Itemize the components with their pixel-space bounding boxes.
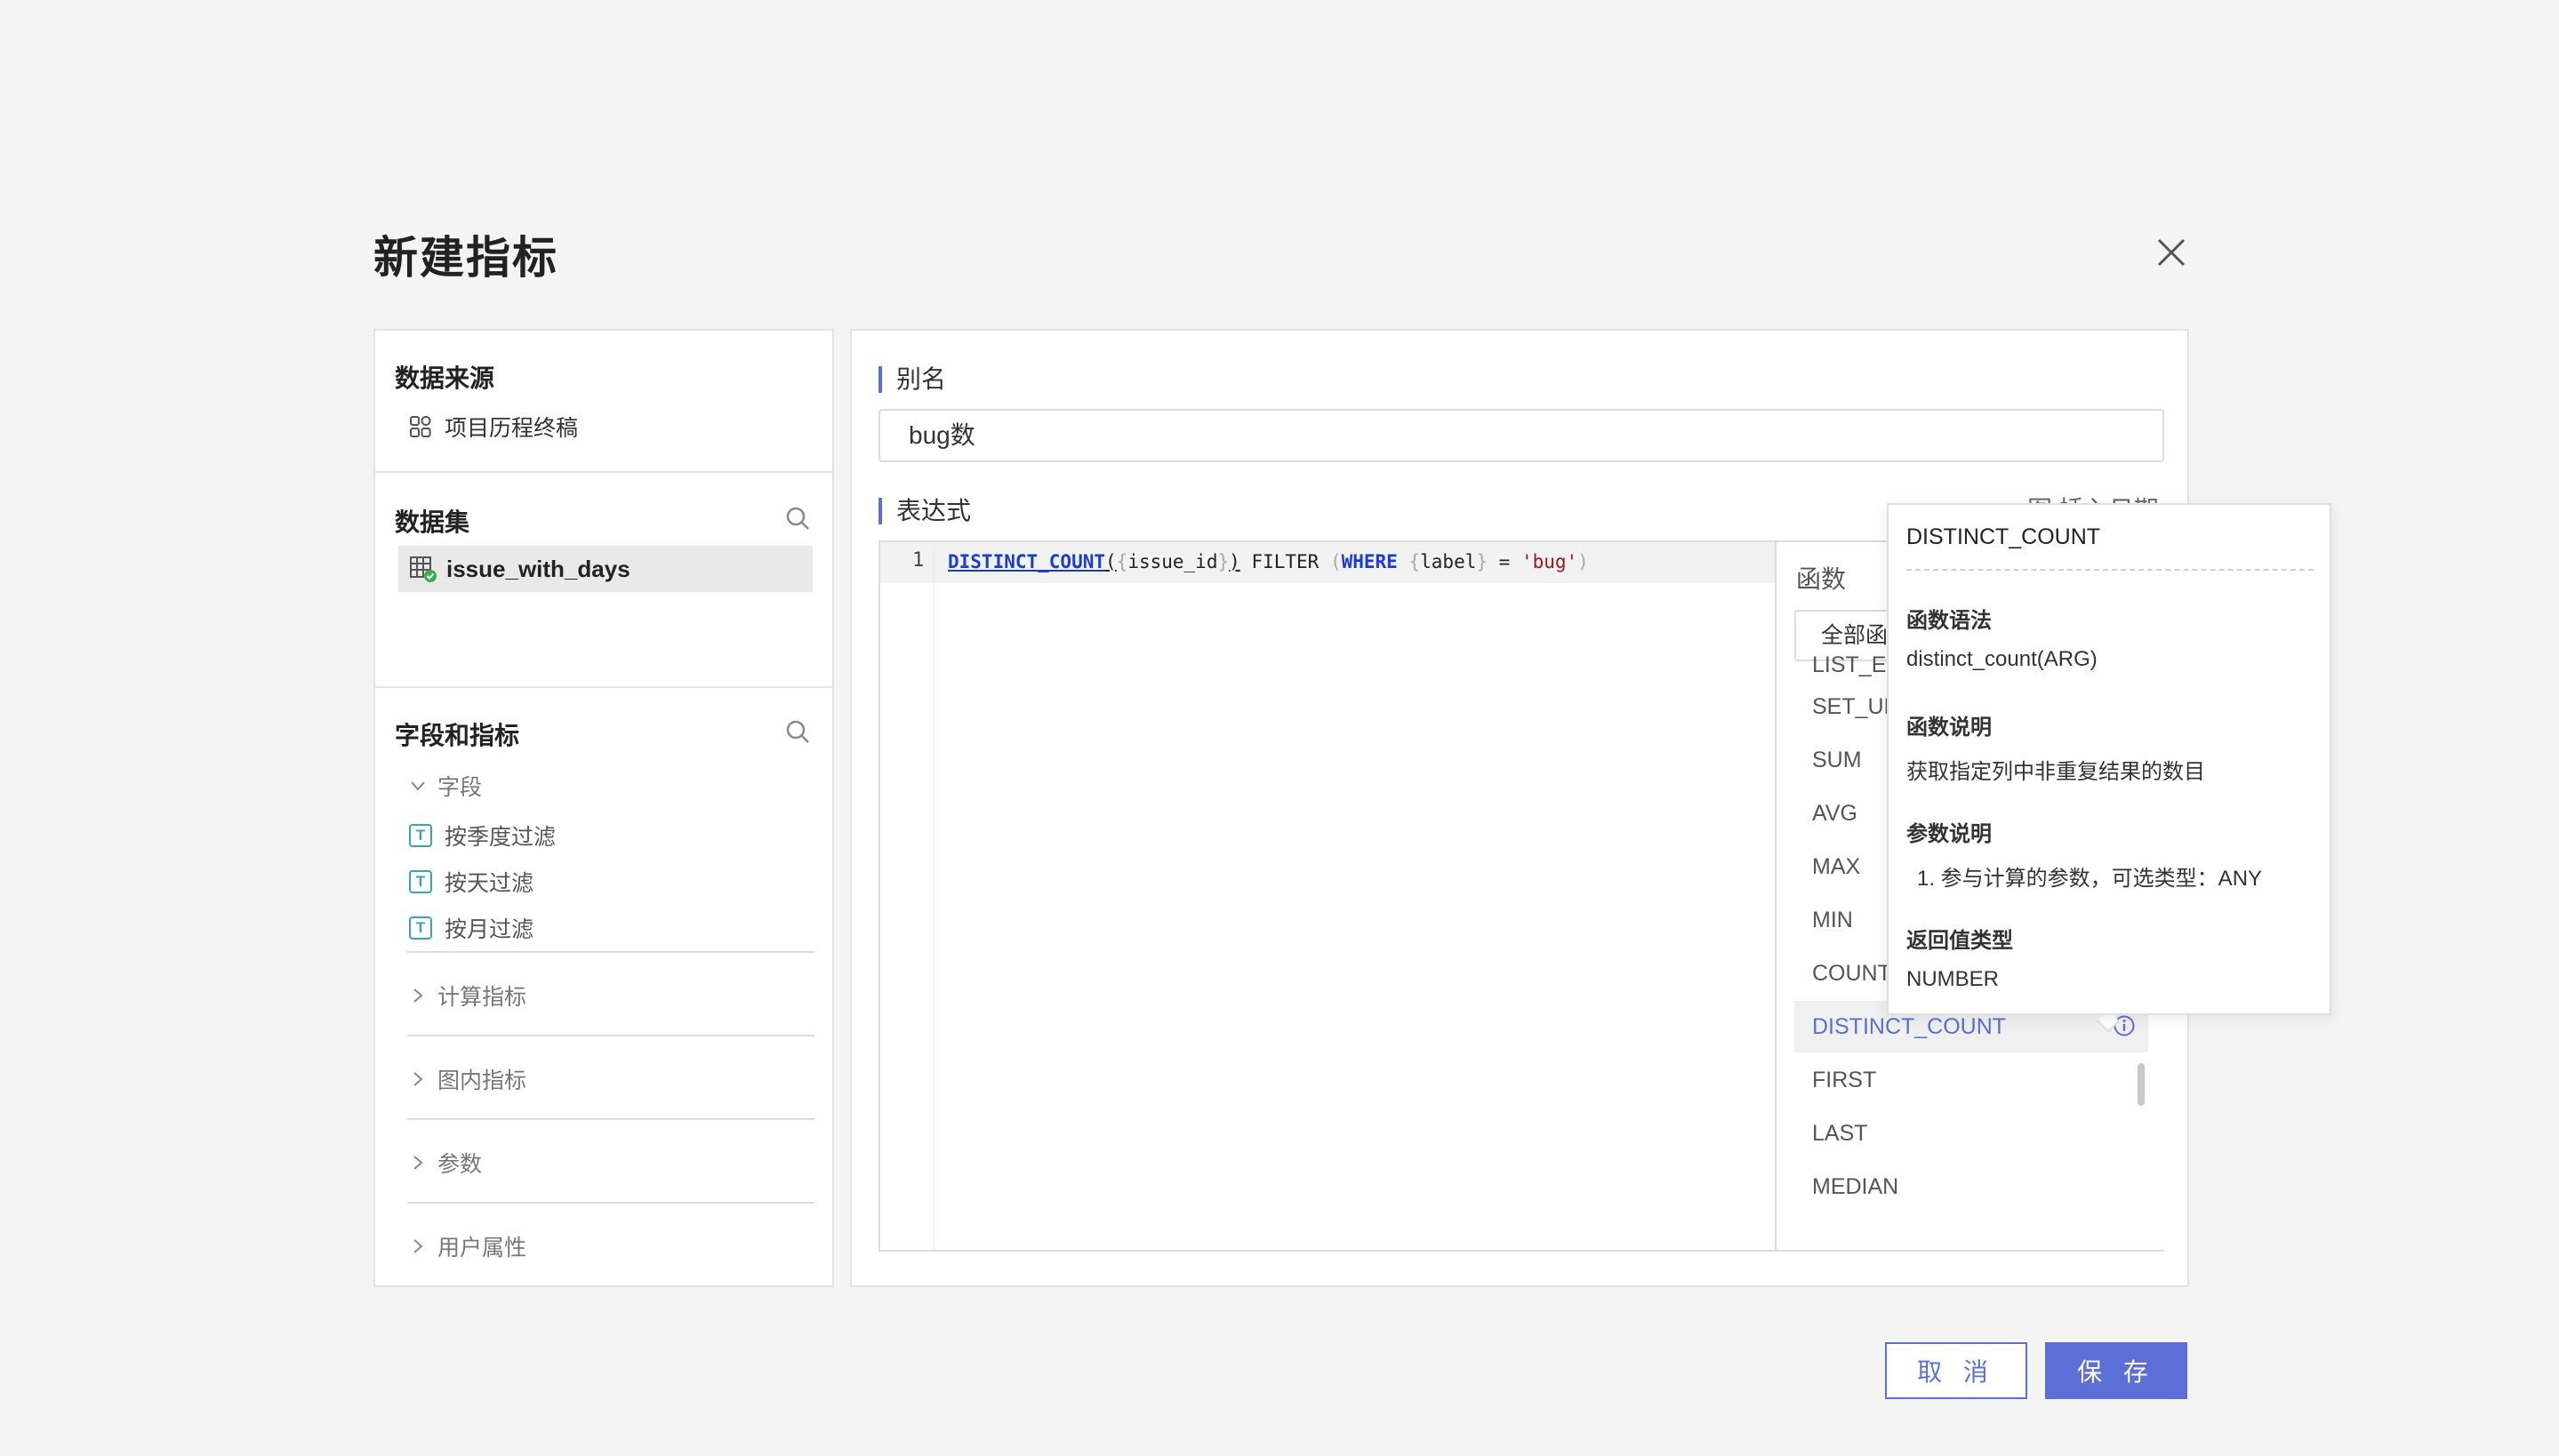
code-operator: = bbox=[1488, 551, 1521, 572]
tooltip-syntax-label: 函数语法 bbox=[1906, 609, 1992, 633]
table-check-icon bbox=[410, 556, 437, 582]
tree-group-label: 计算指标 bbox=[437, 985, 527, 1010]
divider bbox=[407, 1202, 814, 1204]
tree-group-label: 图内指标 bbox=[437, 1068, 527, 1093]
tree-group-user-attrs[interactable]: 用户属性 bbox=[409, 1230, 526, 1262]
code-paren: ) bbox=[1229, 551, 1240, 572]
code-line[interactable]: DISTINCT_COUNT({issue_id}) FILTER (WHERE… bbox=[948, 551, 1589, 572]
tree-group-label: 用户属性 bbox=[437, 1236, 527, 1260]
left-panel: 数据来源 项目历程终稿 数据集 issue_with_days 字段和指标 字段… bbox=[373, 329, 834, 1287]
code-field: label bbox=[1420, 551, 1477, 572]
tooltip-return-label: 返回值类型 bbox=[1906, 929, 2013, 953]
text-field-icon: T bbox=[409, 916, 432, 940]
code-brace: } bbox=[1476, 551, 1488, 572]
expression-label: 表达式 bbox=[878, 498, 971, 524]
data-source-name: 项目历程终稿 bbox=[445, 416, 579, 441]
tooltip-params-label: 参数说明 bbox=[1906, 822, 1992, 846]
code-brace: { bbox=[1116, 551, 1128, 572]
tree-group-label: 字段 bbox=[437, 775, 483, 800]
tree-group-params[interactable]: 参数 bbox=[409, 1147, 482, 1179]
grid-apps-icon bbox=[410, 416, 431, 437]
chevron-right-icon bbox=[413, 1072, 423, 1086]
code-brace: { bbox=[1408, 551, 1421, 572]
function-title: 函数 bbox=[1796, 565, 1847, 593]
data-source-item[interactable]: 项目历程终稿 bbox=[409, 411, 578, 443]
code-string: 'bug' bbox=[1520, 551, 1578, 572]
field-item[interactable]: T 按天过滤 bbox=[409, 866, 533, 898]
chevron-down-icon bbox=[411, 781, 425, 791]
chevron-right-icon bbox=[413, 1156, 423, 1170]
field-label: 按天过滤 bbox=[445, 871, 534, 896]
code-where: WHERE bbox=[1341, 551, 1398, 572]
text-field-icon: T bbox=[409, 870, 432, 893]
code-paren: ( bbox=[1105, 551, 1117, 572]
divider bbox=[407, 951, 814, 953]
function-item[interactable]: FIRST bbox=[1794, 1054, 2148, 1106]
chevron-right-icon bbox=[413, 988, 423, 1003]
tooltip-desc: 获取指定列中非重复结果的数目 bbox=[1906, 760, 2205, 784]
alias-input[interactable]: bug数 bbox=[878, 409, 2164, 462]
alias-label: 别名 bbox=[878, 366, 946, 393]
tooltip-return: NUMBER bbox=[1906, 967, 2000, 991]
line-number: 1 bbox=[912, 549, 925, 572]
tooltip-function-name: DISTINCT_COUNT bbox=[1906, 524, 2101, 549]
editor-gutter bbox=[880, 542, 935, 1250]
code-paren: ) bbox=[1577, 551, 1589, 572]
search-icon[interactable] bbox=[784, 505, 811, 532]
tooltip-syntax: distinct_count(ARG) bbox=[1906, 647, 2098, 671]
tree-group-label: 参数 bbox=[437, 1152, 483, 1177]
close-icon[interactable] bbox=[2152, 233, 2191, 272]
dialog-title: 新建指标 bbox=[373, 233, 558, 283]
tooltip-desc-label: 函数说明 bbox=[1906, 716, 1992, 740]
tooltip-params: 1. 参与计算的参数，可选类型：ANY bbox=[1917, 867, 2263, 891]
divider bbox=[375, 686, 832, 688]
code-filter: FILTER bbox=[1239, 551, 1330, 572]
function-item[interactable]: MEDIAN bbox=[1794, 1161, 2148, 1212]
search-icon[interactable] bbox=[784, 718, 811, 745]
function-item[interactable]: LAST bbox=[1794, 1108, 2148, 1159]
tree-group-chart-metrics[interactable]: 图内指标 bbox=[409, 1063, 526, 1095]
code-brace: } bbox=[1217, 551, 1230, 572]
chevron-right-icon bbox=[413, 1239, 423, 1253]
code-paren: ( bbox=[1329, 551, 1342, 572]
dataset-header: 数据集 bbox=[395, 508, 470, 536]
field-item[interactable]: T 按月过滤 bbox=[409, 912, 533, 944]
save-button[interactable]: 保 存 bbox=[2045, 1342, 2187, 1399]
tree-group-fields[interactable]: 字段 bbox=[409, 770, 482, 802]
tree-group-calc-metrics[interactable]: 计算指标 bbox=[409, 980, 526, 1012]
field-label: 按季度过滤 bbox=[445, 825, 557, 850]
dataset-name: issue_with_days bbox=[446, 555, 630, 582]
divider bbox=[375, 471, 832, 473]
tooltip-divider bbox=[1906, 569, 2314, 571]
field-label: 按月过滤 bbox=[445, 917, 534, 942]
function-tooltip: DISTINCT_COUNT 函数语法 distinct_count(ARG) … bbox=[1887, 503, 2331, 1015]
function-item-label: DISTINCT_COUNT bbox=[1812, 1014, 2007, 1039]
fields-header: 字段和指标 bbox=[395, 722, 520, 749]
divider bbox=[407, 1035, 814, 1036]
divider bbox=[407, 1118, 814, 1120]
cancel-button[interactable]: 取 消 bbox=[1885, 1342, 2027, 1399]
scrollbar-thumb[interactable] bbox=[2138, 1063, 2145, 1106]
data-source-header: 数据来源 bbox=[395, 364, 495, 392]
text-field-icon: T bbox=[409, 824, 432, 847]
dataset-item[interactable]: issue_with_days bbox=[398, 546, 813, 592]
field-item[interactable]: T 按季度过滤 bbox=[409, 820, 556, 852]
code-function: DISTINCT_COUNT bbox=[948, 551, 1106, 572]
code-field: issue_id bbox=[1127, 551, 1218, 572]
